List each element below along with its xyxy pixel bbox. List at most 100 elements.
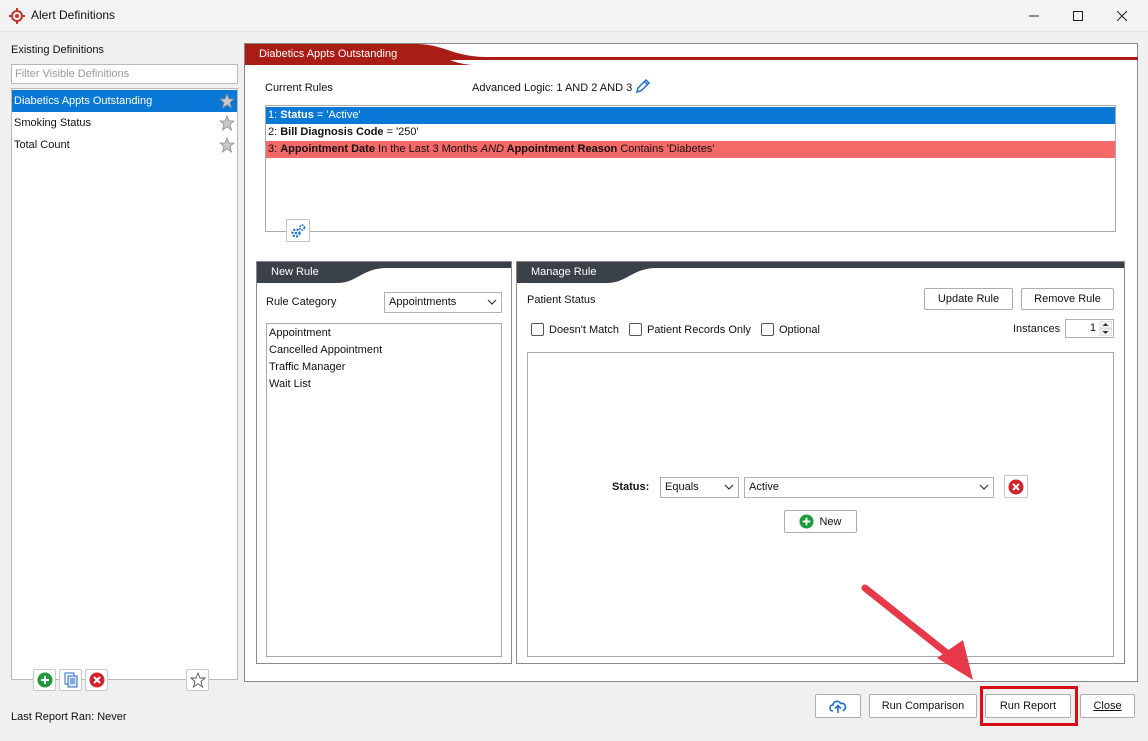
run-report-highlight-box: [980, 686, 1078, 726]
checkbox-box: [629, 323, 642, 336]
chevron-down-icon: [487, 299, 497, 305]
checkbox-box: [761, 323, 774, 336]
maximize-button[interactable]: [1056, 0, 1100, 32]
definition-label: Diabetics Appts Outstanding: [14, 95, 153, 107]
existing-definitions-label: Existing Definitions: [11, 44, 104, 56]
close-button[interactable]: Close: [1080, 694, 1135, 718]
condition-field-label: Status:: [612, 481, 650, 493]
rule-condition: = 'Active': [313, 109, 361, 121]
current-rules-list: 1: Status = 'Active' 2: Bill Diagnosis C…: [265, 105, 1116, 232]
rule-row[interactable]: 2: Bill Diagnosis Code = '250': [266, 124, 1115, 141]
favorite-star-icon[interactable]: [219, 137, 235, 153]
checkbox-box: [531, 323, 544, 336]
new-rule-title: New Rule: [271, 266, 319, 278]
rule-settings-button[interactable]: [286, 219, 310, 242]
category-item[interactable]: Cancelled Appointment: [269, 344, 382, 356]
rule-number: 3:: [268, 143, 281, 155]
chevron-down-icon: [979, 484, 989, 490]
operator-select[interactable]: Equals: [660, 477, 739, 498]
upload-button[interactable]: [815, 694, 861, 718]
instances-value: 1: [1089, 322, 1096, 334]
filter-definitions-input[interactable]: [11, 64, 238, 84]
rule-condition: In the Last 3 Months: [374, 143, 481, 155]
close-icon: [1117, 11, 1127, 21]
minimize-button[interactable]: [1012, 0, 1056, 32]
operator-value: Equals: [665, 481, 699, 493]
rule-condition-editor: [527, 352, 1114, 657]
rule-number: 1:: [268, 109, 281, 121]
rule-field: Appointment Reason: [504, 143, 618, 155]
advanced-logic-text: Advanced Logic: 1 AND 2 AND 3: [472, 82, 633, 94]
checkbox-label: Optional: [779, 323, 820, 336]
favorite-star-icon[interactable]: [219, 115, 235, 131]
delete-definition-button[interactable]: [85, 669, 108, 691]
tab-header-shape: [517, 262, 1124, 283]
condition-value: Active: [749, 481, 779, 493]
definition-label: Total Count: [14, 139, 70, 151]
condition-value-select[interactable]: Active: [744, 477, 994, 498]
run-comparison-button[interactable]: Run Comparison: [869, 694, 977, 718]
doesnt-match-checkbox[interactable]: Doesn't Match: [531, 323, 619, 336]
definition-item[interactable]: Smoking Status: [12, 112, 237, 134]
instances-label: Instances: [1013, 323, 1061, 335]
star-outline-icon: [189, 672, 206, 688]
remove-rule-button[interactable]: Remove Rule: [1021, 288, 1114, 310]
rule-field: Appointment Date: [280, 143, 375, 155]
new-button-label: New: [819, 515, 842, 528]
rule-condition: = '250': [383, 126, 419, 138]
checkbox-label: Patient Records Only: [647, 323, 751, 336]
manage-rule-title: Manage Rule: [531, 266, 597, 278]
minimize-icon: [1029, 15, 1039, 17]
manage-rule-tab-header: Manage Rule: [517, 262, 1124, 283]
rule-category-select[interactable]: Appointments: [384, 292, 502, 313]
optional-checkbox[interactable]: Optional: [761, 323, 820, 336]
target-app-icon: [9, 8, 25, 24]
rule-conjunction: AND: [480, 143, 504, 155]
rule-row[interactable]: 1: Status = 'Active': [266, 107, 1115, 124]
title-bar: Alert Definitions: [0, 0, 1148, 32]
definition-item[interactable]: Total Count: [12, 134, 237, 156]
rule-category-label: Rule Category: [266, 296, 337, 308]
chevron-down-icon: [724, 484, 734, 490]
gears-icon: [291, 223, 306, 238]
favorite-filter-button[interactable]: [186, 669, 209, 691]
instances-stepper[interactable]: 1: [1065, 319, 1114, 338]
delete-icon: [1008, 479, 1024, 494]
annotation-arrow-icon: [861, 584, 973, 680]
spinner-arrows-icon[interactable]: [1099, 321, 1112, 336]
category-item[interactable]: Wait List: [269, 378, 311, 390]
definitions-list: Diabetics Appts Outstanding Smoking Stat…: [11, 88, 238, 680]
copy-definition-button[interactable]: [59, 669, 82, 691]
add-icon: [37, 672, 52, 688]
current-rules-label: Current Rules: [265, 82, 333, 94]
rule-category-list: Appointment Cancelled Appointment Traffi…: [266, 323, 502, 657]
rule-row[interactable]: 3: Appointment Date In the Last 3 Months…: [266, 141, 1115, 158]
category-item[interactable]: Traffic Manager: [269, 361, 345, 373]
definition-label: Smoking Status: [14, 117, 92, 129]
patient-records-only-checkbox[interactable]: Patient Records Only: [629, 323, 751, 336]
copy-icon: [64, 672, 77, 688]
remove-condition-button[interactable]: [1004, 475, 1028, 498]
window-title: Alert Definitions: [31, 8, 116, 22]
category-item[interactable]: Appointment: [269, 327, 331, 339]
maximize-icon: [1073, 11, 1083, 21]
delete-icon: [89, 672, 104, 688]
new-condition-button[interactable]: New: [784, 510, 857, 533]
checkbox-label: Doesn't Match: [549, 323, 619, 336]
rule-condition: Contains 'Diabetes': [617, 143, 715, 155]
new-rule-tab-header: New Rule: [257, 262, 511, 283]
cloud-upload-icon: [829, 700, 847, 713]
favorite-star-icon[interactable]: [219, 93, 235, 109]
edit-pencil-icon[interactable]: [634, 77, 652, 95]
definition-item[interactable]: Diabetics Appts Outstanding: [12, 90, 237, 112]
definition-title: Diabetics Appts Outstanding: [259, 48, 398, 60]
add-icon: [799, 514, 815, 529]
rule-field: Bill Diagnosis Code: [280, 126, 384, 138]
definition-tab-header: Diabetics Appts Outstanding: [245, 44, 1138, 65]
last-report-ran: Last Report Ran: Never: [11, 711, 127, 723]
add-definition-button[interactable]: [33, 669, 56, 691]
close-window-button[interactable]: [1100, 0, 1144, 32]
managed-rule-name: Patient Status: [527, 294, 596, 306]
update-rule-button[interactable]: Update Rule: [924, 288, 1013, 310]
rule-category-value: Appointments: [389, 296, 457, 308]
